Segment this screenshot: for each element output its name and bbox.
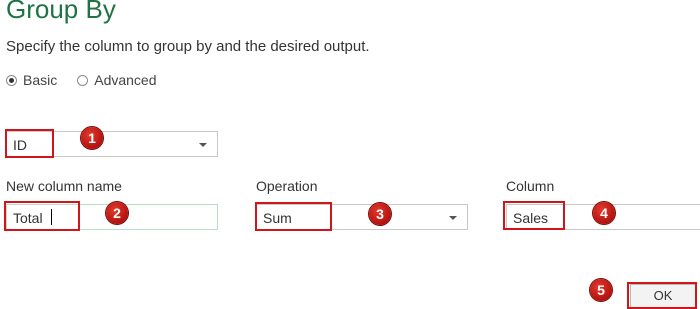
chevron-down-icon xyxy=(449,216,457,220)
dialog-title: Group By xyxy=(6,0,116,24)
annotation-box-5 xyxy=(627,282,697,309)
annotation-box-2 xyxy=(4,201,80,231)
column-label: Column xyxy=(506,178,555,194)
chevron-down-icon xyxy=(199,143,207,147)
dialog-subtitle: Specify the column to group by and the d… xyxy=(6,38,370,55)
step-badge-1: 1 xyxy=(81,127,103,149)
annotation-box-4 xyxy=(503,201,565,230)
step-badge-2: 2 xyxy=(106,202,128,224)
step-badge-5: 5 xyxy=(590,279,612,301)
step-badge-4: 4 xyxy=(593,202,615,224)
mode-radio-group: Basic Advanced xyxy=(6,72,177,88)
basic-radio-label[interactable]: Basic xyxy=(23,72,57,88)
annotation-box-1 xyxy=(5,129,54,158)
operation-label: Operation xyxy=(256,178,318,194)
annotation-box-3 xyxy=(255,202,332,231)
advanced-radio[interactable] xyxy=(77,74,89,86)
advanced-radio-label[interactable]: Advanced xyxy=(94,72,156,88)
new-column-label: New column name xyxy=(6,178,122,194)
step-badge-3: 3 xyxy=(369,203,391,225)
basic-radio[interactable] xyxy=(6,74,17,86)
